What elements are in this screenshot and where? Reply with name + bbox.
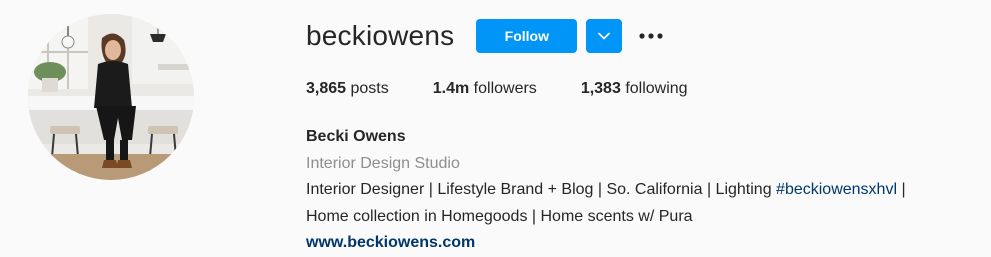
profile-bio: Becki Owens Interior Design Studio Inter… [306,124,906,257]
followers-label: followers [473,80,537,97]
bio-hashtag-link[interactable]: #beckiowensxhvl [776,181,897,198]
posts-label: posts [350,80,389,97]
more-options-button[interactable] [636,19,666,53]
profile-photo [28,14,194,180]
chevron-down-icon [598,32,611,40]
username: beckiowens [306,20,455,51]
followers-count: 1.4m [432,80,470,97]
following-label: following [625,80,688,97]
full-name: Becki Owens [306,128,406,145]
profile-category: Interior Design Studio [306,154,460,172]
suggested-accounts-button[interactable] [586,19,623,53]
followers-stat[interactable]: 1.4m followers [433,80,537,98]
bio-line-2: Home collection in Homegoods | Home scen… [306,207,693,225]
bio-line-1: Interior Designer | Lifestyle Brand + Bl… [306,177,906,204]
posts-count: 3,865 [306,80,347,97]
bio-line-1-tail: | [897,181,906,198]
following-stat[interactable]: 1,383 following [581,80,688,98]
profile-header-row: beckiowens Follow [306,19,666,53]
profile-stats: 3,865 posts 1.4m followers 1,383 followi… [306,80,732,98]
website-link[interactable]: www.beckiowens.com [306,234,475,251]
posts-stat: 3,865 posts [306,80,389,98]
following-count: 1,383 [580,80,621,97]
more-options-icon [639,33,663,39]
follow-button[interactable]: Follow [476,19,578,53]
bio-line-1-text: Interior Designer | Lifestyle Brand + Bl… [306,181,777,198]
profile-avatar[interactable] [28,14,194,180]
